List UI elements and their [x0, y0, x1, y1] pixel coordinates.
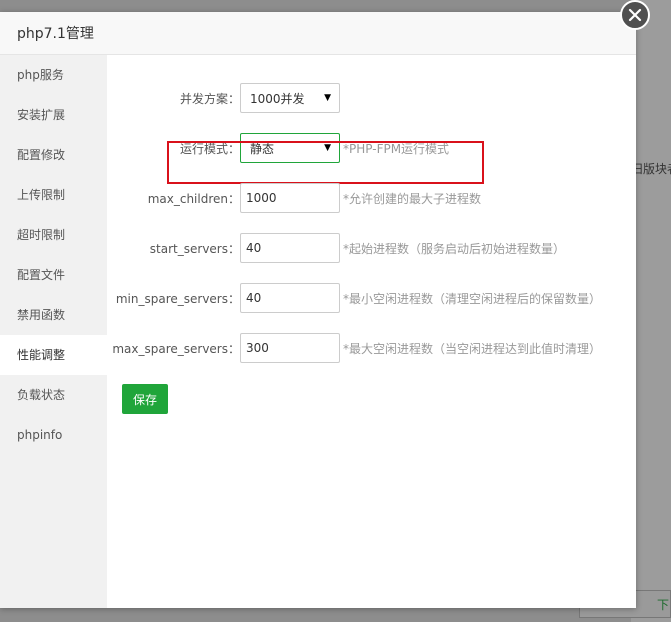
- start-servers-row: start_servers： 40 *起始进程数（服务启动后初始进程数量）: [107, 233, 565, 263]
- max-spare-servers-hint: *最大空闲进程数（当空闲进程达到此值时清理）: [343, 341, 602, 356]
- max-spare-servers-input[interactable]: 300: [240, 333, 340, 363]
- close-icon: [628, 8, 642, 22]
- mode-value: 静态: [250, 141, 275, 156]
- background-corner-text: 下: [657, 598, 670, 612]
- sidebar-item-performance-tuning[interactable]: 性能调整: [0, 335, 107, 375]
- sidebar-item-config-edit[interactable]: 配置修改: [0, 135, 107, 175]
- min-spare-servers-input[interactable]: 40: [240, 283, 340, 313]
- scheme-label: 并发方案：: [179, 91, 240, 106]
- sidebar-item-install-extension[interactable]: 安装扩展: [0, 95, 107, 135]
- sidebar-item-disabled-functions[interactable]: 禁用函数: [0, 295, 107, 335]
- sidebar-item-php-service[interactable]: php服务: [0, 55, 107, 95]
- settings-content: 并发方案： 1000并发 ▼ 运行模式： 静态 ▼ *PHP-FPM运行模式 m…: [107, 55, 636, 608]
- sidebar-item-timeout-limit[interactable]: 超时限制: [0, 215, 107, 255]
- php-manage-dialog: php7.1管理 php服务 安装扩展 配置修改 上传限制 超时限制 配置文件 …: [0, 12, 636, 608]
- save-button[interactable]: 保存: [122, 384, 168, 414]
- start-servers-hint: *起始进程数（服务启动后初始进程数量）: [343, 241, 566, 256]
- min-spare-servers-label: min_spare_servers：: [115, 291, 240, 306]
- max-children-input[interactable]: 1000: [240, 183, 340, 213]
- close-button[interactable]: [620, 0, 650, 30]
- sidebar-item-upload-limit[interactable]: 上传限制: [0, 175, 107, 215]
- mode-hint: *PHP-FPM运行模式: [343, 141, 450, 156]
- sidebar-item-load-status[interactable]: 负载状态: [0, 375, 107, 415]
- start-servers-label: start_servers：: [149, 241, 240, 256]
- max-children-hint: *允许创建的最大子进程数: [343, 191, 482, 206]
- dialog-title: php7.1管理: [17, 26, 94, 42]
- mode-row: 运行模式： 静态 ▼ *PHP-FPM运行模式: [107, 133, 449, 163]
- mode-select[interactable]: 静态 ▼: [240, 133, 340, 163]
- max-children-label: max_children：: [147, 191, 240, 206]
- max-spare-servers-row: max_spare_servers： 300 *最大空闲进程数（当空闲进程达到此…: [107, 333, 601, 363]
- min-spare-servers-hint: *最小空闲进程数（清理空闲进程后的保留数量）: [343, 291, 602, 306]
- chevron-down-icon: ▼: [324, 93, 331, 103]
- sidebar-item-phpinfo[interactable]: phpinfo: [0, 415, 107, 455]
- mode-label: 运行模式：: [179, 141, 240, 156]
- chevron-down-icon: ▼: [324, 143, 331, 153]
- sidebar: php服务 安装扩展 配置修改 上传限制 超时限制 配置文件 禁用函数 性能调整…: [0, 55, 107, 608]
- start-servers-input[interactable]: 40: [240, 233, 340, 263]
- max-spare-servers-label: max_spare_servers：: [112, 341, 240, 356]
- scheme-select[interactable]: 1000并发 ▼: [240, 83, 340, 113]
- sidebar-item-config-file[interactable]: 配置文件: [0, 255, 107, 295]
- background-panel: [631, 0, 671, 622]
- dialog-header: php7.1管理: [0, 12, 636, 55]
- scheme-row: 并发方案： 1000并发 ▼: [107, 83, 340, 113]
- scheme-value: 1000并发: [250, 91, 305, 106]
- max-children-row: max_children： 1000 *允许创建的最大子进程数: [107, 183, 481, 213]
- background-side-text: 旧版块者: [631, 162, 671, 176]
- min-spare-servers-row: min_spare_servers： 40 *最小空闲进程数（清理空闲进程后的保…: [107, 283, 601, 313]
